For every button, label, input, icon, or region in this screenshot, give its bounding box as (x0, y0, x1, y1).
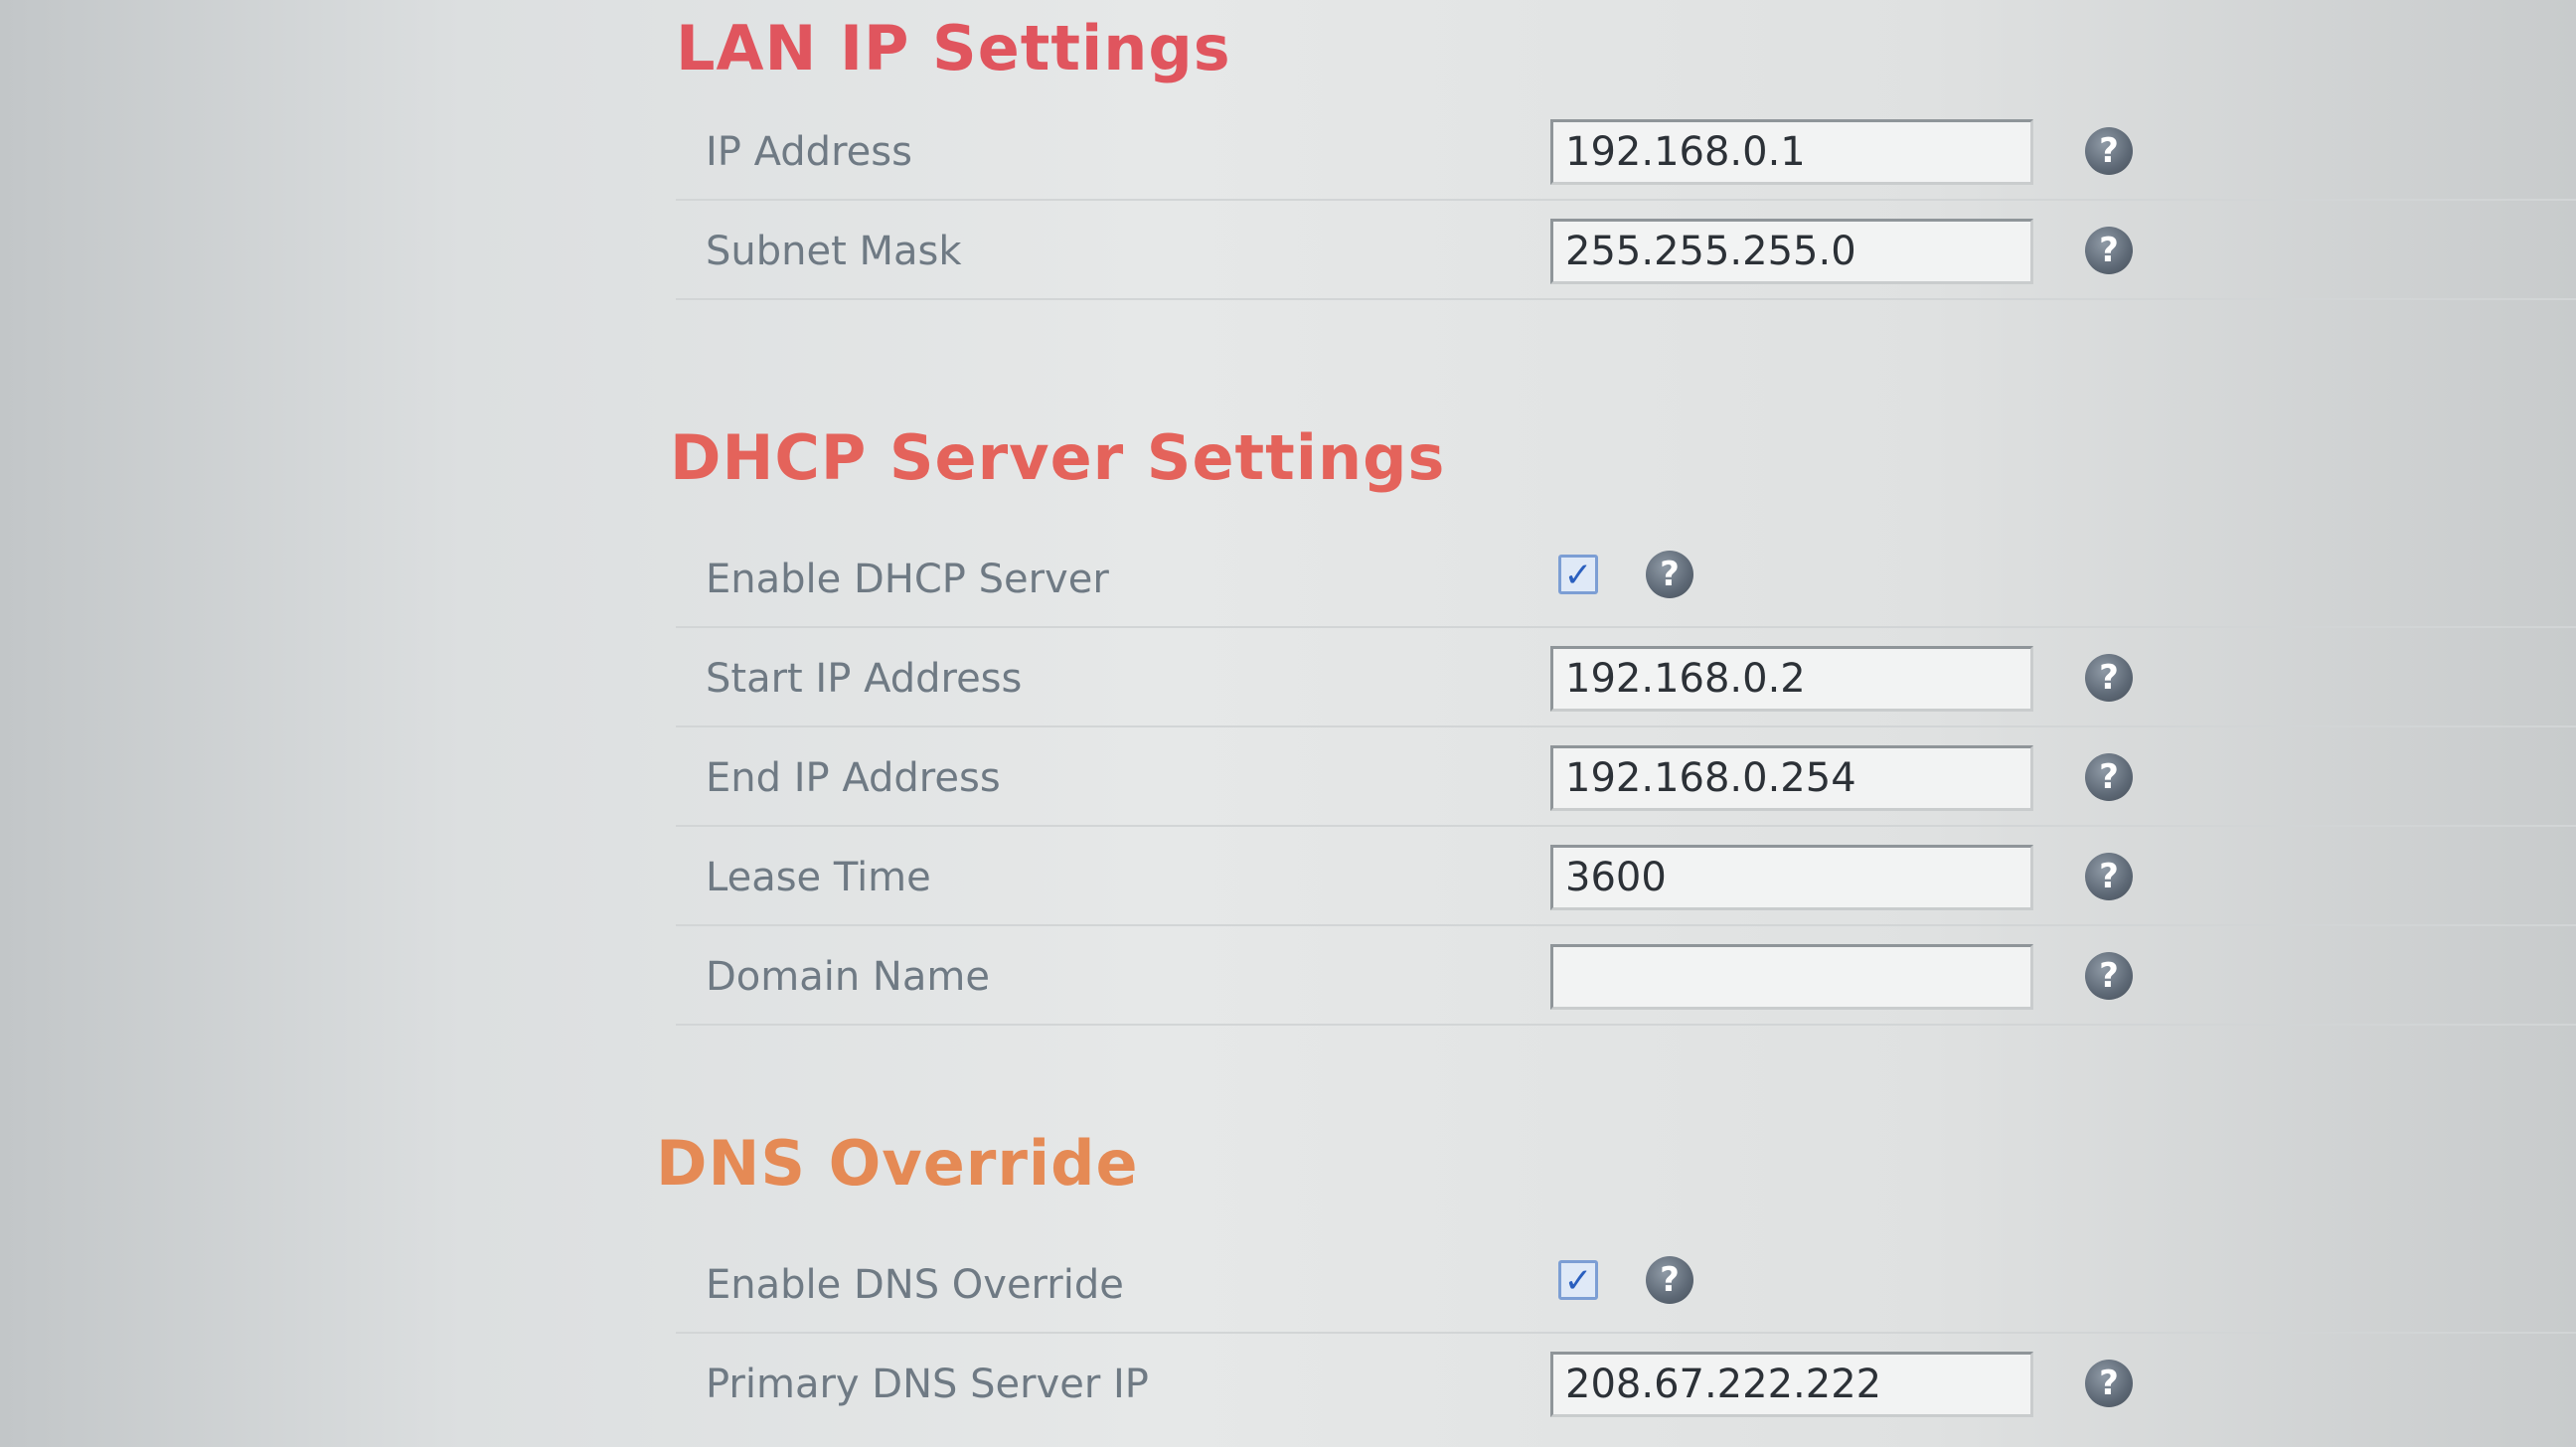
end-ip-row: End IP Address ? (676, 725, 2576, 827)
domain-name-input[interactable] (1550, 944, 2033, 1010)
start-ip-label: Start IP Address (706, 656, 1023, 702)
subnet-mask-input[interactable] (1550, 219, 2033, 284)
enable-dns-override-checkbox[interactable]: ✓ (1558, 1260, 1598, 1300)
ip-address-row: IP Address ? (676, 99, 2576, 201)
router-settings-page: LAN IP Settings IP Address ? Subnet Mask… (0, 0, 2576, 1447)
end-ip-label: End IP Address (706, 755, 1001, 801)
start-ip-row: Start IP Address ? (676, 626, 2576, 727)
enable-dns-override-row: Enable DNS Override ✓ ? (676, 1232, 2576, 1334)
domain-name-help-icon[interactable]: ? (2085, 952, 2133, 1000)
primary-dns-input[interactable] (1550, 1352, 2033, 1417)
dhcp-server-settings-title: DHCP Server Settings (670, 421, 1446, 494)
enable-dhcp-row: Enable DHCP Server ✓ ? (676, 527, 2576, 628)
primary-dns-help-icon[interactable]: ? (2085, 1360, 2133, 1407)
ip-address-help-icon[interactable]: ? (2085, 127, 2133, 175)
subnet-mask-label: Subnet Mask (706, 229, 962, 274)
lease-time-row: Lease Time ? (676, 825, 2576, 926)
end-ip-help-icon[interactable]: ? (2085, 753, 2133, 801)
lease-time-label: Lease Time (706, 855, 931, 900)
primary-dns-row: Primary DNS Server IP ? (676, 1332, 2576, 1431)
ip-address-input[interactable] (1550, 119, 2033, 185)
ip-address-label: IP Address (706, 129, 912, 175)
enable-dns-override-help-icon[interactable]: ? (1646, 1256, 1693, 1304)
enable-dhcp-label: Enable DHCP Server (706, 557, 1109, 602)
lan-ip-settings-title: LAN IP Settings (676, 12, 1231, 84)
enable-dhcp-help-icon[interactable]: ? (1646, 551, 1693, 598)
subnet-mask-help-icon[interactable]: ? (2085, 227, 2133, 274)
domain-name-row: Domain Name ? (676, 924, 2576, 1026)
start-ip-input[interactable] (1550, 646, 2033, 712)
start-ip-help-icon[interactable]: ? (2085, 654, 2133, 702)
enable-dns-override-label: Enable DNS Override (706, 1262, 1124, 1308)
subnet-mask-row: Subnet Mask ? (676, 199, 2576, 300)
domain-name-label: Domain Name (706, 954, 990, 1000)
lease-time-help-icon[interactable]: ? (2085, 853, 2133, 900)
end-ip-input[interactable] (1550, 745, 2033, 811)
primary-dns-label: Primary DNS Server IP (706, 1362, 1149, 1407)
enable-dhcp-checkbox[interactable]: ✓ (1558, 555, 1598, 594)
dns-override-title: DNS Override (656, 1127, 1139, 1200)
lease-time-input[interactable] (1550, 845, 2033, 910)
